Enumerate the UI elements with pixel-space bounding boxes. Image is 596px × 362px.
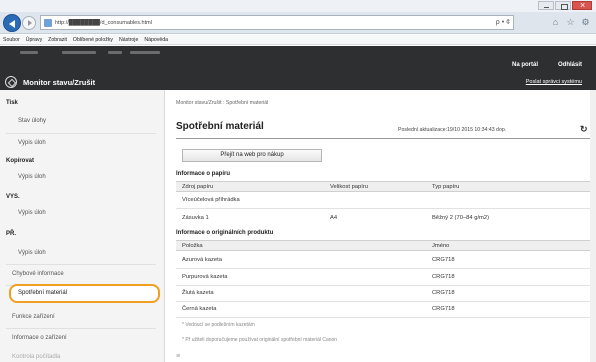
note-text: * Vedoucí se podlešním kazetám (182, 322, 255, 328)
minimize-button[interactable] (538, 1, 554, 10)
refresh-icon[interactable]: ↻ (580, 124, 588, 135)
toolbar-icons: ⌂ ☆ ⚙ (551, 18, 590, 27)
browser-menubar: Soubor Úpravy Zobrazit Oblíbené položky … (0, 35, 596, 45)
row-divider (176, 301, 596, 302)
sidebar-divider (6, 264, 156, 265)
settings-icon[interactable]: ⚙ (581, 18, 590, 27)
blurred-text (62, 51, 96, 54)
menu-upravy[interactable]: Úpravy (26, 37, 42, 43)
address-tools[interactable]: ρ • ¢ (496, 19, 510, 26)
sidebar-item-funkce-zarizeni[interactable]: Funkce zařízení (12, 314, 55, 320)
device-logo-icon (5, 76, 17, 88)
forward-button[interactable] (22, 16, 36, 30)
page-favicon-icon (44, 19, 52, 27)
sidebar-item-chybove-informace[interactable]: Chybové informace (12, 271, 64, 277)
row-divider (176, 268, 596, 269)
row-divider (176, 208, 596, 209)
sidebar-item-kontrola-pocitadla[interactable]: Kontrola počítadla (12, 354, 60, 360)
blurred-text (20, 51, 38, 54)
table-cell: CRG718 (432, 257, 455, 263)
back-button[interactable] (3, 14, 21, 32)
sidebar-group-kopirovat: Kopírovat (6, 158, 35, 164)
sidebar-item-stav-ulohy[interactable]: Stav úlohy (18, 118, 46, 124)
sidebar-divider (6, 328, 156, 329)
footer-mark: ≡ (176, 353, 181, 360)
row-divider (176, 285, 596, 286)
original-section-title: Informace o originálních produktu (176, 230, 274, 236)
table-cell: Běžný 2 (70–84 g/m2) (432, 215, 490, 221)
breadcrumb[interactable]: Monitor stavu/Zrušit : Spotřební materiá… (176, 100, 268, 106)
vertical-scrollbar[interactable] (590, 90, 596, 362)
paper-table-header: Zdroj papíru Velikost papíru Typ papíru (176, 181, 596, 192)
close-window-button[interactable] (572, 0, 592, 10)
sidebar-item-vypis-kopie[interactable]: Výpis úloh (18, 174, 46, 180)
sidebar-group-pr: PŘ. (6, 231, 17, 237)
table-cell: Zásuvka 1 (182, 215, 209, 221)
column-header: Položka (182, 243, 203, 249)
menu-napoveda[interactable]: Nápověda (144, 37, 168, 43)
table-cell: CRG718 (432, 290, 455, 296)
sidebar-active-label: Spotřební materiál (18, 290, 68, 296)
title-divider (176, 138, 596, 139)
table-cell: A4 (330, 215, 338, 221)
star-icon[interactable]: ☆ (566, 18, 575, 27)
sidebar-item-informace-o-zarizeni[interactable]: Informace o zařízení (12, 335, 67, 341)
home-icon[interactable]: ⌂ (551, 18, 560, 27)
table-cell: Azurová kazeta (182, 257, 222, 263)
maximize-button[interactable] (555, 1, 571, 10)
note-text: * Př užiteli doporučujeme používat origi… (182, 337, 338, 343)
browser-navbar: http://████████/d_consumables.html ρ • ¢… (0, 12, 596, 34)
menu-oblibene[interactable]: Oblíbené položky (73, 37, 113, 43)
table-cell: Víceúčelová příhrádka (182, 197, 240, 203)
brand-title: Monitor stavu/Zrušit (23, 77, 96, 87)
main-content: Monitor stavu/Zrušit : Spotřební materiá… (170, 90, 596, 362)
send-to-admin-link[interactable]: Poslat správci systému (526, 79, 582, 85)
sidebar: Tisk Stav úlohy Výpis úloh Kopírovat Výp… (0, 90, 165, 362)
column-header: Jméno (432, 243, 450, 249)
sidebar-divider (6, 133, 156, 134)
table-cell: CRG718 (432, 306, 455, 312)
row-divider (176, 317, 596, 318)
table-cell: Purpurová kazeta (182, 274, 228, 280)
table-cell: Žlutá kazeta (182, 290, 214, 296)
window-controls (537, 0, 592, 10)
page-header: Na portál Odhlásit Monitor stavu/Zrušit … (0, 46, 596, 90)
sidebar-item-vypis-vys[interactable]: Výpis úloh (18, 210, 46, 216)
portal-link[interactable]: Na portál (512, 62, 538, 68)
sidebar-item-vypis-pr[interactable]: Výpis úloh (18, 250, 46, 256)
address-url[interactable]: http://████████/d_consumables.html (55, 20, 152, 26)
menu-soubor[interactable]: Soubor (3, 37, 20, 43)
last-update: Poslední aktualizace:19/10 2015 10:34:43… (398, 127, 507, 133)
sidebar-group-tisk: Tisk (6, 100, 18, 106)
blurred-text (108, 51, 122, 54)
brand: Monitor stavu/Zrušit (5, 76, 95, 88)
original-table-header: Položka Jméno (176, 240, 596, 251)
paper-section-title: Informace o papíru (176, 171, 231, 177)
column-header: Zdroj papíru (182, 184, 214, 190)
page-title: Spotřební materiál (176, 121, 264, 132)
table-cell: Černá kazeta (182, 306, 217, 312)
sidebar-item-vypis-tisk[interactable]: Výpis úloh (18, 140, 46, 146)
sidebar-group-vys: VYS. (6, 194, 20, 200)
menu-nastroje[interactable]: Nástroje (119, 37, 138, 43)
table-cell: CRG718 (432, 274, 455, 280)
menu-zobrazit[interactable]: Zobrazit (48, 37, 67, 43)
sidebar-item-spotrebni-material[interactable]: Spotřební materiál (9, 284, 160, 303)
column-header: Velikost papíru (330, 184, 369, 190)
column-header: Typ papíru (432, 184, 460, 190)
logout-link[interactable]: Odhlásit (558, 62, 582, 68)
blurred-text (130, 51, 160, 54)
go-to-purchase-site-button[interactable]: Přejít na web pro nákup (182, 149, 322, 162)
address-bar[interactable]: http://████████/d_consumables.html ρ • ¢ (40, 15, 514, 30)
window-titlebar (0, 0, 596, 12)
